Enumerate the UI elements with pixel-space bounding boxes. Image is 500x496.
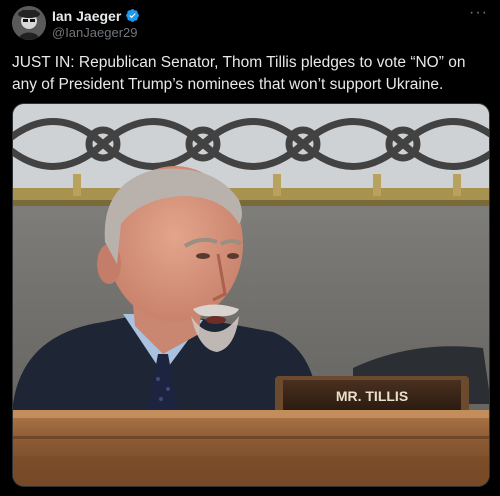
post-text: JUST IN: Republican Senator, Thom Tillis… xyxy=(12,54,466,93)
author-display-name[interactable]: Ian Jaeger xyxy=(52,8,121,24)
author-handle[interactable]: @IanJaeger29 xyxy=(52,25,140,40)
post-header: Ian Jaeger @IanJaeger29 ··· xyxy=(12,5,490,42)
author-names: Ian Jaeger @IanJaeger29 xyxy=(52,7,140,40)
post[interactable]: Ian Jaeger @IanJaeger29 ··· JUST IN: Rep… xyxy=(0,0,500,496)
avatar-icon xyxy=(12,6,46,40)
senator-photo: MR. TILLIS xyxy=(13,104,489,486)
avatar[interactable] xyxy=(12,6,46,40)
verified-badge-icon xyxy=(126,9,140,22)
post-image[interactable]: MR. TILLIS xyxy=(12,103,490,487)
more-icon[interactable]: ··· xyxy=(469,5,488,21)
nameplate-text: MR. TILLIS xyxy=(336,388,408,404)
